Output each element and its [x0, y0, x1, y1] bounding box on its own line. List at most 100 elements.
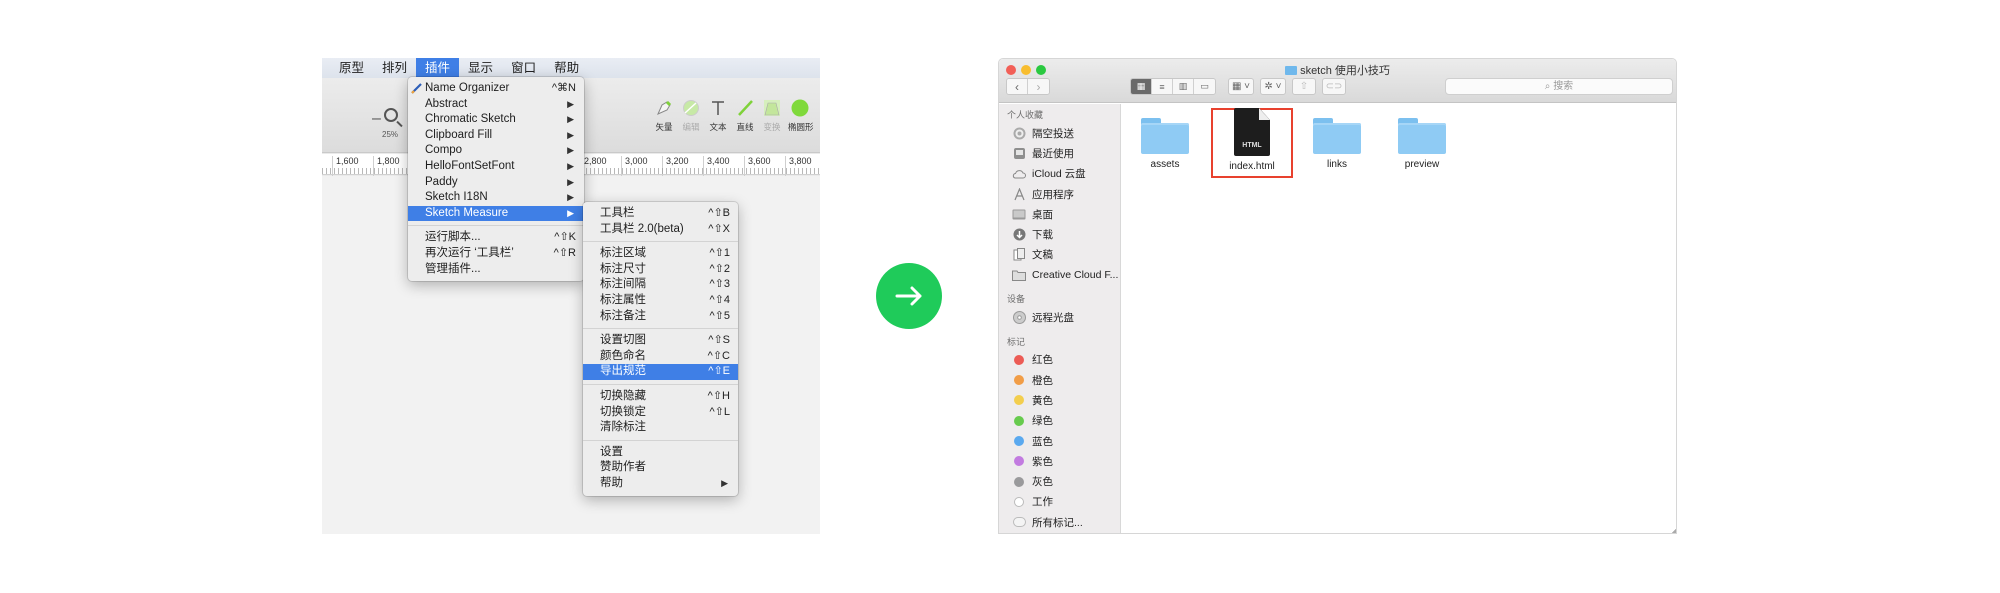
sidebar-tag-gray[interactable]: 灰色 [999, 471, 1120, 491]
disc-icon [1012, 311, 1026, 325]
search-input[interactable]: ⌕ 搜索 [1445, 78, 1673, 95]
tool-vector[interactable]: 矢量 [652, 99, 676, 133]
menu-item-sketch-i18n[interactable]: Sketch I18N ▶ [408, 190, 584, 206]
sidebar-item-creative-cloud[interactable]: Creative Cloud F... [999, 265, 1120, 285]
tool-line[interactable]: 直线 [733, 99, 757, 133]
menu-item-color-naming[interactable]: 颜色命名 ^⇧C [583, 349, 738, 365]
sidebar-tag-work[interactable]: 工作 [999, 492, 1120, 512]
sidebar-item-recents[interactable]: 最近使用 [999, 143, 1120, 163]
menu-item-help[interactable]: 帮助 ▶ [583, 476, 738, 492]
file-item-links[interactable]: links [1297, 112, 1377, 170]
folder-icon [1012, 268, 1026, 282]
file-item-index-html[interactable]: HTML index.html [1212, 108, 1292, 172]
forward-button[interactable]: › [1028, 79, 1049, 94]
back-button[interactable]: ‹ [1007, 79, 1028, 94]
submenu-arrow-icon: ▶ [567, 98, 574, 109]
gallery-view-button[interactable]: ▭ [1194, 79, 1215, 94]
menu-item-chromatic-sketch[interactable]: Chromatic Sketch ▶ [408, 112, 584, 128]
group-button[interactable]: ▦ ˅ [1228, 78, 1254, 95]
sidebar-tag-orange[interactable]: 橙色 [999, 370, 1120, 390]
sidebar-tag-green[interactable]: 绿色 [999, 411, 1120, 431]
desktop-icon [1012, 207, 1026, 221]
menu-item-sponsor[interactable]: 赞助作者 [583, 460, 738, 476]
sidebar-item-desktop[interactable]: 桌面 [999, 204, 1120, 224]
icon-view-button[interactable]: ▦ [1131, 79, 1152, 94]
sidebar-item-airdrop[interactable]: 隔空投送 [999, 123, 1120, 143]
tag-dot-icon [1014, 456, 1024, 467]
menu-item-toggle-locked[interactable]: 切换锁定 ^⇧L [583, 405, 738, 421]
menu-item-mark-area[interactable]: 标注区域 ^⇧1 [583, 246, 738, 262]
tags-button[interactable]: ⊂⊃ [1322, 78, 1346, 95]
sidebar-item-icloud[interactable]: iCloud 云盘 [999, 164, 1120, 184]
tag-dot-icon [1014, 436, 1024, 446]
finder-window: sketch 使用小技巧 ‹ › ▦ ≡ ▥ ▭ ▦ ˅ ✲ ˅ ⇧ ⊂⊃ ⌕ … [998, 58, 1677, 534]
sidebar-tag-blue[interactable]: 蓝色 [999, 431, 1120, 451]
icloud-icon [1012, 167, 1026, 181]
vector-pen-icon [655, 99, 673, 117]
tool-oval[interactable]: 椭圆形 [788, 99, 814, 133]
submenu-arrow-icon: ▶ [567, 114, 574, 125]
menu-separator [583, 328, 738, 330]
menu-item-mark-spacing[interactable]: 标注间隔 ^⇧3 [583, 277, 738, 293]
file-item-preview[interactable]: preview [1382, 112, 1462, 170]
menu-item-mark-size[interactable]: 标注尺寸 ^⇧2 [583, 262, 738, 278]
sidebar-item-documents[interactable]: 文稿 [999, 245, 1120, 265]
menu-item-name-organizer[interactable]: Name Organizer ^⌘N [408, 81, 584, 97]
tag-dot-icon [1014, 375, 1024, 386]
menu-item-sketch-measure[interactable]: Sketch Measure ▶ [408, 205, 584, 222]
downloads-icon [1012, 228, 1026, 242]
submenu-arrow-icon: ▶ [567, 129, 574, 140]
menu-item-set-slice[interactable]: 设置切图 ^⇧S [583, 333, 738, 349]
resize-handle[interactable] [1671, 528, 1676, 533]
menu-item-toolbar-2-beta[interactable]: 工具栏 2.0(beta) ^⇧X [583, 222, 738, 238]
zoom-out-icon[interactable]: – [372, 110, 381, 128]
menu-item-abstract[interactable]: Abstract ▶ [408, 97, 584, 113]
menu-arrange[interactable]: 排列 [373, 58, 416, 78]
menu-window[interactable]: 窗口 [502, 58, 545, 78]
menu-item-manage-plugins[interactable]: 管理插件... [408, 262, 584, 278]
menu-item-export-spec[interactable]: 导出规范 ^⇧E [583, 364, 738, 380]
tag-icon: ⊂⊃ [1325, 81, 1343, 92]
sidebar-item-applications[interactable]: 应用程序 [999, 184, 1120, 204]
submenu-arrow-icon: ▶ [721, 477, 728, 488]
menu-item-rerun-toolbar[interactable]: 再次运行 ‘工具栏’ ^⇧R [408, 246, 584, 262]
sidebar-item-downloads[interactable]: 下载 [999, 224, 1120, 244]
tag-dot-icon [1014, 476, 1024, 487]
tool-text[interactable]: 文本 [706, 99, 730, 133]
folder-icon [1285, 66, 1298, 75]
menu-item-paddy[interactable]: Paddy ▶ [408, 175, 584, 191]
folder-icon [1141, 118, 1189, 154]
menu-help[interactable]: 帮助 [545, 58, 588, 78]
menu-item-toolbar[interactable]: 工具栏 ^⇧B [583, 206, 738, 222]
tag-dot-icon [1014, 354, 1024, 365]
menu-item-clear-marks[interactable]: 清除标注 [583, 420, 738, 436]
file-area[interactable]: assets HTML index.html links preview [1122, 104, 1676, 533]
sidebar-tag-all[interactable]: 所有标记... [999, 512, 1120, 532]
tag-dot-icon [1014, 496, 1024, 507]
menu-prototype[interactable]: 原型 [330, 58, 373, 78]
menu-plugins[interactable]: 插件 [416, 58, 460, 78]
gear-icon: ✲ ˅ [1264, 81, 1282, 92]
menu-item-mark-properties[interactable]: 标注属性 ^⇧4 [583, 293, 738, 309]
sidebar-tag-purple[interactable]: 紫色 [999, 451, 1120, 471]
menu-item-hellofontsetfont[interactable]: HelloFontSetFont ▶ [408, 159, 584, 175]
all-tags-icon [1012, 517, 1026, 528]
list-view-button[interactable]: ≡ [1152, 79, 1173, 94]
menu-item-settings[interactable]: 设置 [583, 445, 738, 461]
menu-view[interactable]: 显示 [459, 58, 502, 78]
menu-separator [408, 225, 584, 227]
sidebar-tag-red[interactable]: 红色 [999, 350, 1120, 370]
menu-item-compo[interactable]: Compo ▶ [408, 143, 584, 159]
sidebar-tag-yellow[interactable]: 黄色 [999, 390, 1120, 410]
tool-transform[interactable]: 变换 [760, 99, 784, 133]
tool-edit[interactable]: 编辑 [679, 99, 703, 133]
menu-item-clipboard-fill[interactable]: Clipboard Fill ▶ [408, 128, 584, 144]
share-button[interactable]: ⇧ [1292, 78, 1316, 95]
action-button[interactable]: ✲ ˅ [1260, 78, 1286, 95]
sidebar-item-remote-disc[interactable]: 远程光盘 [999, 307, 1120, 327]
file-item-assets[interactable]: assets [1125, 112, 1205, 170]
menu-item-run-script[interactable]: 运行脚本... ^⇧K [408, 230, 584, 246]
column-view-button[interactable]: ▥ [1173, 79, 1194, 94]
menu-item-toggle-hidden[interactable]: 切换隐藏 ^⇧H [583, 389, 738, 405]
menu-item-mark-note[interactable]: 标注备注 ^⇧5 [583, 309, 738, 325]
